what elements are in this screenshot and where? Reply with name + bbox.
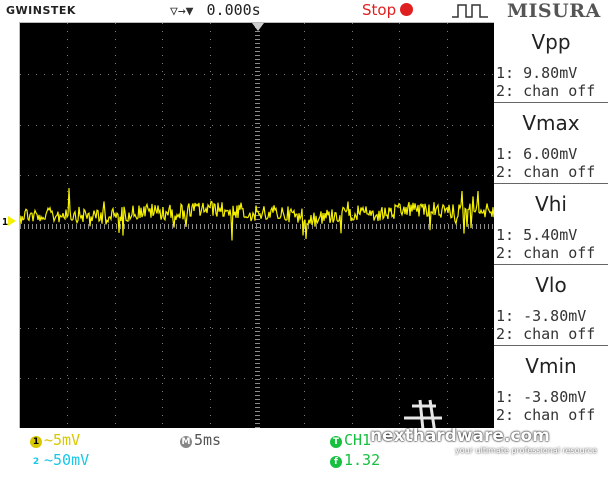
ch1-badge-icon: 1 bbox=[30, 436, 42, 448]
oscilloscope-screen: GWINSTEK ▽→▼ 0.000s Stop MISURA 1 Vpp 1:… bbox=[0, 0, 608, 482]
trigger-edge-icon bbox=[452, 4, 488, 18]
measurement-vpp[interactable]: Vpp 1: 9.80mV 2: chan off bbox=[494, 22, 608, 103]
timebase-arrows-icon: ▽→▼ bbox=[170, 4, 194, 19]
ch1-scale-readout[interactable]: 1 ~5mV bbox=[30, 431, 80, 449]
trigger-badge-icon: T bbox=[330, 436, 342, 448]
trigger-source-readout[interactable]: T CH1 bbox=[330, 431, 371, 449]
ch1-waveform-trace bbox=[20, 187, 494, 241]
trigger-position-icon bbox=[252, 23, 264, 31]
measurement-ch1-value: 1: 5.40mV bbox=[496, 226, 578, 244]
measurement-ch2-value: 2: chan off bbox=[496, 325, 596, 343]
measurement-ch2-value: 2: chan off bbox=[496, 244, 596, 262]
stop-dot-icon bbox=[400, 3, 414, 16]
measurement-vhi[interactable]: Vhi 1: 5.40mV 2: chan off bbox=[494, 184, 608, 265]
ch2-scale-readout[interactable]: 2 ~50mV bbox=[30, 451, 89, 469]
run-state-label: Stop bbox=[362, 1, 397, 19]
ch1-scale-value: ~5mV bbox=[44, 431, 81, 449]
measurement-name: Vlo bbox=[535, 273, 567, 297]
measure-panel-title: MISURA bbox=[507, 0, 601, 22]
horizontal-scale-readout[interactable]: M 5ms bbox=[180, 431, 221, 449]
measurement-ch2-value: 2: chan off bbox=[496, 82, 596, 100]
ch1-ground-marker: 1 bbox=[2, 216, 17, 228]
measurement-vmax[interactable]: Vmax 1: 6.00mV 2: chan off bbox=[494, 103, 608, 184]
measurement-panel: Vpp 1: 9.80mV 2: chan off Vmax 1: 6.00mV… bbox=[494, 22, 608, 428]
frequency-value: 1.32 bbox=[344, 451, 381, 469]
measurement-vlo[interactable]: Vlo 1: -3.80mV 2: chan off bbox=[494, 265, 608, 346]
measurement-ch2-value: 2: chan off bbox=[496, 163, 596, 181]
trigger-source-value: CH1 bbox=[344, 431, 372, 449]
watermark-site: nexthardware.com bbox=[370, 426, 550, 446]
run-state-indicator[interactable]: Stop bbox=[362, 1, 414, 19]
measurement-name: Vmax bbox=[522, 111, 580, 135]
measurement-name: Vpp bbox=[531, 30, 571, 54]
watermark-tagline: your ultimate professional resource bbox=[455, 446, 598, 455]
measurement-ch1-value: 1: -3.80mV bbox=[496, 307, 587, 325]
horizontal-scale-value: 5ms bbox=[194, 431, 222, 449]
brand-logo: GWINSTEK bbox=[6, 4, 76, 17]
measurement-name: Vmin bbox=[525, 354, 577, 378]
timebase-readout: ▽→▼ 0.000s bbox=[170, 1, 261, 19]
frequency-badge-icon: f bbox=[330, 456, 342, 468]
measurement-name: Vhi bbox=[535, 192, 567, 216]
ch1-trace-line bbox=[20, 187, 494, 241]
waveform-display bbox=[19, 22, 495, 430]
frequency-readout[interactable]: f 1.32 bbox=[330, 451, 380, 469]
measurement-ch1-value: 1: 6.00mV bbox=[496, 145, 578, 163]
ch1-marker-arrow-icon bbox=[8, 216, 17, 226]
timebase-value: 0.000s bbox=[206, 1, 261, 19]
ch2-scale-value: ~50mV bbox=[44, 451, 90, 469]
measurement-ch1-value: 1: 9.80mV bbox=[496, 64, 578, 82]
main-timebase-badge-icon: M bbox=[180, 436, 192, 448]
top-status-bar: GWINSTEK ▽→▼ 0.000s Stop MISURA bbox=[0, 0, 608, 22]
ch2-badge-icon: 2 bbox=[32, 457, 40, 467]
